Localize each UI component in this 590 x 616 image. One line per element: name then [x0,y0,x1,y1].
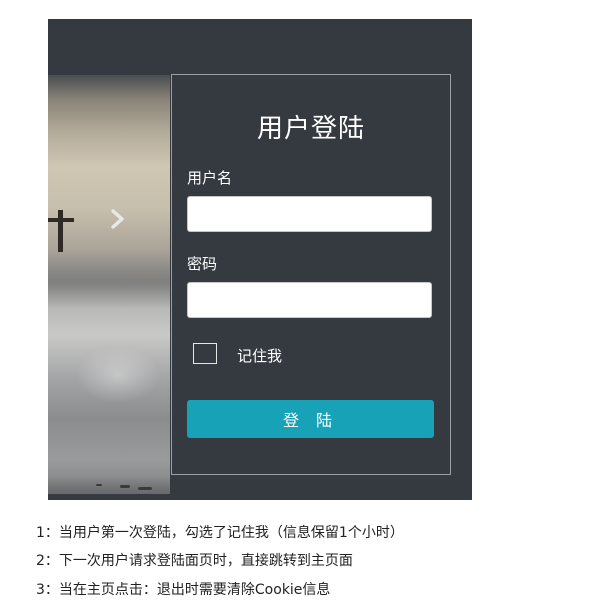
carousel-image [48,75,170,494]
username-label: 用户名 [187,169,233,187]
ground [48,476,170,494]
login-button[interactable]: 登 陆 [187,400,434,438]
note-1: 1：当用户第一次登陆，勾选了记住我（信息保留1个小时） [36,525,404,541]
page: 用户登陆 用户名 密码 记住我 登 陆 1：当用户第一次登陆，勾选了记住我（信息… [0,0,590,616]
remember-me-checkbox[interactable] [193,343,217,364]
password-label: 密码 [187,255,218,273]
rock [96,484,102,486]
rock [120,485,130,488]
cross-beam [48,218,74,222]
login-screen: 用户登陆 用户名 密码 记住我 登 陆 [48,19,472,500]
password-input[interactable] [187,282,432,318]
fog-layer [48,250,170,310]
note-2: 2：下一次用户请求登陆面页时，直接跳转到主页面 [36,553,353,569]
chevron-right-icon[interactable] [110,209,126,229]
remember-me-label[interactable]: 记住我 [237,345,282,366]
cross-post [58,210,63,252]
login-panel: 用户登陆 用户名 密码 记住我 登 陆 [171,74,451,475]
username-input[interactable] [187,196,432,232]
rock [138,487,152,490]
login-title: 用户登陆 [256,114,365,144]
note-3: 3：当在主页点击：退出时需要清除Cookie信息 [36,582,331,598]
